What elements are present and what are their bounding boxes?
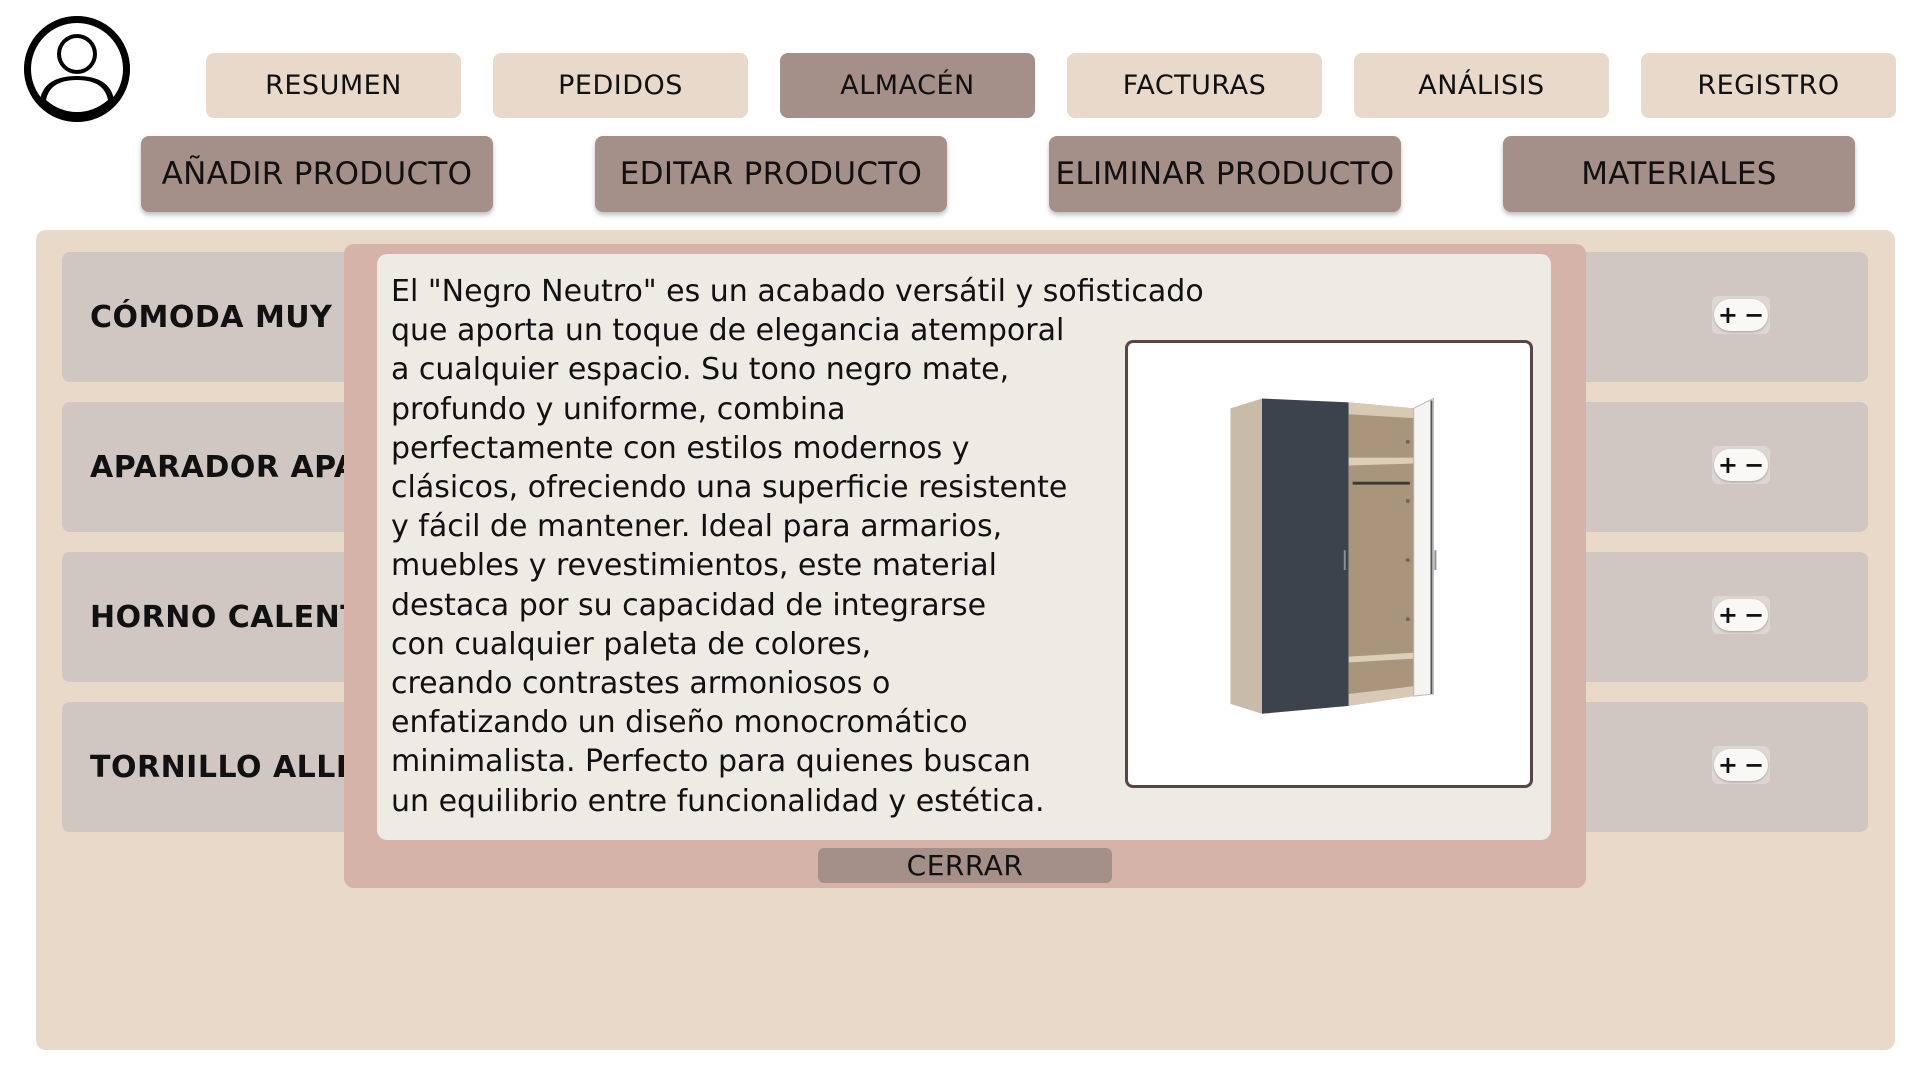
wardrobe-image <box>1125 340 1533 788</box>
plus-icon[interactable]: + <box>1718 603 1738 627</box>
description-line: enfatizando un diseño monocromático <box>391 705 968 741</box>
app-screen: RESUMEN PEDIDOS ALMACÉN FACTURAS ANÁLISI… <box>0 0 1920 1080</box>
material-info-modal: El "Negro Neutro" es un acabado versátil… <box>344 244 1586 888</box>
description-line: y fácil de mantener. Ideal para armarios… <box>391 509 1003 545</box>
tab-resumen[interactable]: RESUMEN <box>206 53 461 118</box>
user-avatar-icon[interactable] <box>24 16 130 122</box>
tab-almacen[interactable]: ALMACÉN <box>780 53 1035 118</box>
product-name: APARADOR APA <box>90 449 358 485</box>
quantity-stepper[interactable]: + − <box>1712 296 1770 334</box>
delete-product-button[interactable]: ELIMINAR PRODUCTO <box>1049 136 1401 212</box>
plus-icon[interactable]: + <box>1718 303 1738 327</box>
product-name: TORNILLO ALLE <box>90 749 357 785</box>
tab-pedidos[interactable]: PEDIDOS <box>493 53 748 118</box>
modal-content: El "Negro Neutro" es un acabado versátil… <box>377 254 1551 840</box>
description-line: creando contrastes armoniosos o <box>391 666 891 702</box>
description-line: minimalista. Perfecto para quienes busca… <box>391 744 1031 780</box>
description-line: con cualquier paleta de colores, <box>391 626 872 662</box>
minus-icon[interactable]: − <box>1744 753 1764 777</box>
description-line: perfectamente con estilos modernos y <box>391 430 970 466</box>
minus-icon[interactable]: − <box>1744 603 1764 627</box>
plus-icon[interactable]: + <box>1718 753 1738 777</box>
materials-button[interactable]: MATERIALES <box>1503 136 1855 212</box>
tab-analisis[interactable]: ANÁLISIS <box>1354 53 1609 118</box>
material-description: El "Negro Neutro" es un acabado versátil… <box>391 272 1251 821</box>
edit-product-button[interactable]: EDITAR PRODUCTO <box>595 136 947 212</box>
minus-icon[interactable]: − <box>1744 303 1764 327</box>
description-line: a cualquier espacio. Su tono negro mate, <box>391 352 1010 388</box>
quantity-stepper[interactable]: + − <box>1712 596 1770 634</box>
tab-registro[interactable]: REGISTRO <box>1641 53 1896 118</box>
add-product-button[interactable]: AÑADIR PRODUCTO <box>141 136 493 212</box>
product-name: HORNO CALENT <box>90 599 362 635</box>
plus-icon[interactable]: + <box>1718 453 1738 477</box>
description-line: un equilibrio entre funcionalidad y esté… <box>391 783 1045 819</box>
description-line: profundo y uniforme, combina <box>391 391 846 427</box>
description-line: muebles y revestimientos, este material <box>391 548 997 584</box>
close-button[interactable]: CERRAR <box>818 848 1112 883</box>
description-line: destaca por su capacidad de integrarse <box>391 587 987 623</box>
quantity-stepper[interactable]: + − <box>1712 446 1770 484</box>
description-line: El "Negro Neutro" es un acabado versátil… <box>391 274 1204 309</box>
wardrobe-illustration <box>1230 397 1437 714</box>
product-name: CÓMODA MUY G <box>90 299 369 335</box>
tab-facturas[interactable]: FACTURAS <box>1067 53 1322 118</box>
description-line: que aporta un toque de elegancia atempor… <box>391 313 1065 349</box>
quantity-stepper[interactable]: + − <box>1712 746 1770 784</box>
description-line: clásicos, ofreciendo una superficie resi… <box>391 470 1068 506</box>
minus-icon[interactable]: − <box>1744 453 1764 477</box>
